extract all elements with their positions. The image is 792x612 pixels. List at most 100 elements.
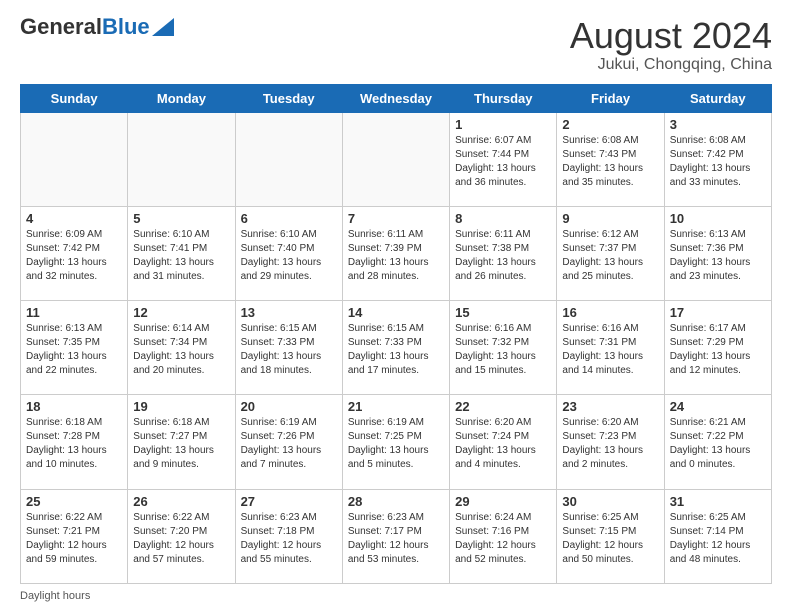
calendar-day-header: Thursday — [450, 84, 557, 112]
day-info: Sunrise: 6:25 AM Sunset: 7:14 PM Dayligh… — [670, 511, 766, 567]
calendar-week-row: 11Sunrise: 6:13 AM Sunset: 7:35 PM Dayli… — [21, 301, 772, 395]
calendar-cell: 2 Sunrise: 6:08 AM Sunset: 7:43 PM Daylig… — [557, 112, 664, 206]
calendar-cell: 29Sunrise: 6:24 AM Sunset: 7:16 PM Dayli… — [450, 489, 557, 583]
calendar-cell: 17 Sunrise: 6:17 AM Sunset: 7:29 PM Dayli… — [664, 301, 771, 395]
day-info: Sunrise: 6:08 AM Sunset: 7:43 PM Dayligh… — [562, 134, 658, 190]
day-number: 13 — [241, 305, 337, 320]
title-block: August 2024 Jukui, Chongqing, China — [570, 16, 772, 74]
calendar-day-header: Sunday — [21, 84, 128, 112]
day-info: Sunrise: 6:25 AM Sunset: 7:15 PM Dayligh… — [562, 511, 658, 567]
day-info: Sunrise: 6:13 AM Sunset: 7:36 PM Dayligh… — [670, 228, 766, 284]
day-number: 20 — [241, 399, 337, 414]
day-number: 2 — [562, 117, 658, 132]
day-info: Sunrise: 6:14 AM Sunset: 7:34 PM Dayligh… — [133, 322, 229, 378]
calendar-cell: 8 Sunrise: 6:11 AM Sunset: 7:38 PM Daylig… — [450, 206, 557, 300]
day-number: 1 — [455, 117, 551, 132]
calendar-cell: 13 Sunrise: 6:15 AM Sunset: 7:33 PM Dayli… — [235, 301, 342, 395]
logo-general: General — [20, 16, 102, 38]
footer: Daylight hours — [20, 590, 772, 602]
calendar-header-row: SundayMondayTuesdayWednesdayThursdayFrid… — [21, 84, 772, 112]
day-number: 16 — [562, 305, 658, 320]
day-info: Sunrise: 6:10 AM Sunset: 7:40 PM Dayligh… — [241, 228, 337, 284]
calendar-cell: 15 Sunrise: 6:16 AM Sunset: 7:32 PM Dayli… — [450, 301, 557, 395]
day-info: Sunrise: 6:17 AM Sunset: 7:29 PM Dayligh… — [670, 322, 766, 378]
day-number: 30 — [562, 494, 658, 509]
calendar-cell — [235, 112, 342, 206]
calendar-cell: 28 Sunrise: 6:23 AM Sunset: 7:17 PM Dayli… — [342, 489, 449, 583]
daylight-label: Daylight hours — [20, 590, 90, 602]
day-number: 4 — [26, 211, 122, 226]
day-number: 8 — [455, 211, 551, 226]
logo-blue: Blue — [102, 16, 150, 38]
day-info: Sunrise: 6:16 AM Sunset: 7:31 PM Dayligh… — [562, 322, 658, 378]
calendar-cell: 22 Sunrise: 6:20 AM Sunset: 7:24 PM Dayli… — [450, 395, 557, 489]
calendar-day-header: Wednesday — [342, 84, 449, 112]
day-number: 24 — [670, 399, 766, 414]
day-info: Sunrise: 6:12 AM Sunset: 7:37 PM Dayligh… — [562, 228, 658, 284]
calendar-cell: 16 Sunrise: 6:16 AM Sunset: 7:31 PM Dayli… — [557, 301, 664, 395]
calendar-day-header: Friday — [557, 84, 664, 112]
day-number: 25 — [26, 494, 122, 509]
day-info: Sunrise: 6:19 AM Sunset: 7:25 PM Dayligh… — [348, 416, 444, 472]
calendar-cell: 9 Sunrise: 6:12 AM Sunset: 7:37 PM Daylig… — [557, 206, 664, 300]
calendar-cell: 21 Sunrise: 6:19 AM Sunset: 7:25 PM Dayli… — [342, 395, 449, 489]
day-info: Sunrise: 6:23 AM Sunset: 7:17 PM Dayligh… — [348, 511, 444, 567]
calendar-cell: 3 Sunrise: 6:08 AM Sunset: 7:42 PM Daylig… — [664, 112, 771, 206]
day-number: 15 — [455, 305, 551, 320]
day-number: 17 — [670, 305, 766, 320]
day-info: Sunrise: 6:22 AM Sunset: 7:20 PM Dayligh… — [133, 511, 229, 567]
day-number: 26 — [133, 494, 229, 509]
day-info: Sunrise: 6:15 AM Sunset: 7:33 PM Dayligh… — [348, 322, 444, 378]
page: General Blue August 2024 Jukui, Chongqin… — [0, 0, 792, 612]
calendar-cell — [21, 112, 128, 206]
header: General Blue August 2024 Jukui, Chongqin… — [20, 16, 772, 74]
day-number: 7 — [348, 211, 444, 226]
day-info: Sunrise: 6:16 AM Sunset: 7:32 PM Dayligh… — [455, 322, 551, 378]
day-number: 14 — [348, 305, 444, 320]
calendar-cell: 6 Sunrise: 6:10 AM Sunset: 7:40 PM Daylig… — [235, 206, 342, 300]
calendar-cell: 18Sunrise: 6:18 AM Sunset: 7:28 PM Dayli… — [21, 395, 128, 489]
calendar-cell: 7 Sunrise: 6:11 AM Sunset: 7:39 PM Daylig… — [342, 206, 449, 300]
calendar-day-header: Monday — [128, 84, 235, 112]
day-info: Sunrise: 6:20 AM Sunset: 7:24 PM Dayligh… — [455, 416, 551, 472]
day-info: Sunrise: 6:10 AM Sunset: 7:41 PM Dayligh… — [133, 228, 229, 284]
calendar-cell: 31Sunrise: 6:25 AM Sunset: 7:14 PM Dayli… — [664, 489, 771, 583]
day-info: Sunrise: 6:09 AM Sunset: 7:42 PM Dayligh… — [26, 228, 122, 284]
calendar-cell: 4 Sunrise: 6:09 AM Sunset: 7:42 PM Daylig… — [21, 206, 128, 300]
calendar-cell: 24Sunrise: 6:21 AM Sunset: 7:22 PM Dayli… — [664, 395, 771, 489]
day-number: 22 — [455, 399, 551, 414]
day-info: Sunrise: 6:23 AM Sunset: 7:18 PM Dayligh… — [241, 511, 337, 567]
day-number: 9 — [562, 211, 658, 226]
calendar-cell: 11Sunrise: 6:13 AM Sunset: 7:35 PM Dayli… — [21, 301, 128, 395]
day-number: 21 — [348, 399, 444, 414]
day-number: 6 — [241, 211, 337, 226]
day-info: Sunrise: 6:18 AM Sunset: 7:27 PM Dayligh… — [133, 416, 229, 472]
calendar-table: SundayMondayTuesdayWednesdayThursdayFrid… — [20, 84, 772, 584]
calendar-cell: 23 Sunrise: 6:20 AM Sunset: 7:23 PM Dayli… — [557, 395, 664, 489]
day-info: Sunrise: 6:15 AM Sunset: 7:33 PM Dayligh… — [241, 322, 337, 378]
day-info: Sunrise: 6:07 AM Sunset: 7:44 PM Dayligh… — [455, 134, 551, 190]
calendar-cell: 5 Sunrise: 6:10 AM Sunset: 7:41 PM Daylig… — [128, 206, 235, 300]
day-number: 28 — [348, 494, 444, 509]
calendar-day-header: Saturday — [664, 84, 771, 112]
calendar-cell — [342, 112, 449, 206]
logo: General Blue — [20, 16, 174, 38]
day-info: Sunrise: 6:11 AM Sunset: 7:39 PM Dayligh… — [348, 228, 444, 284]
day-info: Sunrise: 6:11 AM Sunset: 7:38 PM Dayligh… — [455, 228, 551, 284]
calendar-week-row: 18Sunrise: 6:18 AM Sunset: 7:28 PM Dayli… — [21, 395, 772, 489]
day-number: 11 — [26, 305, 122, 320]
day-info: Sunrise: 6:20 AM Sunset: 7:23 PM Dayligh… — [562, 416, 658, 472]
page-subtitle: Jukui, Chongqing, China — [570, 56, 772, 74]
day-info: Sunrise: 6:24 AM Sunset: 7:16 PM Dayligh… — [455, 511, 551, 567]
day-number: 5 — [133, 211, 229, 226]
logo-icon — [152, 18, 174, 36]
day-number: 3 — [670, 117, 766, 132]
calendar-cell: 1 Sunrise: 6:07 AM Sunset: 7:44 PM Daylig… — [450, 112, 557, 206]
calendar-week-row: 25Sunrise: 6:22 AM Sunset: 7:21 PM Dayli… — [21, 489, 772, 583]
day-info: Sunrise: 6:08 AM Sunset: 7:42 PM Dayligh… — [670, 134, 766, 190]
calendar-cell: 25Sunrise: 6:22 AM Sunset: 7:21 PM Dayli… — [21, 489, 128, 583]
day-number: 23 — [562, 399, 658, 414]
calendar-day-header: Tuesday — [235, 84, 342, 112]
calendar-cell: 20Sunrise: 6:19 AM Sunset: 7:26 PM Dayli… — [235, 395, 342, 489]
calendar-cell: 14 Sunrise: 6:15 AM Sunset: 7:33 PM Dayli… — [342, 301, 449, 395]
